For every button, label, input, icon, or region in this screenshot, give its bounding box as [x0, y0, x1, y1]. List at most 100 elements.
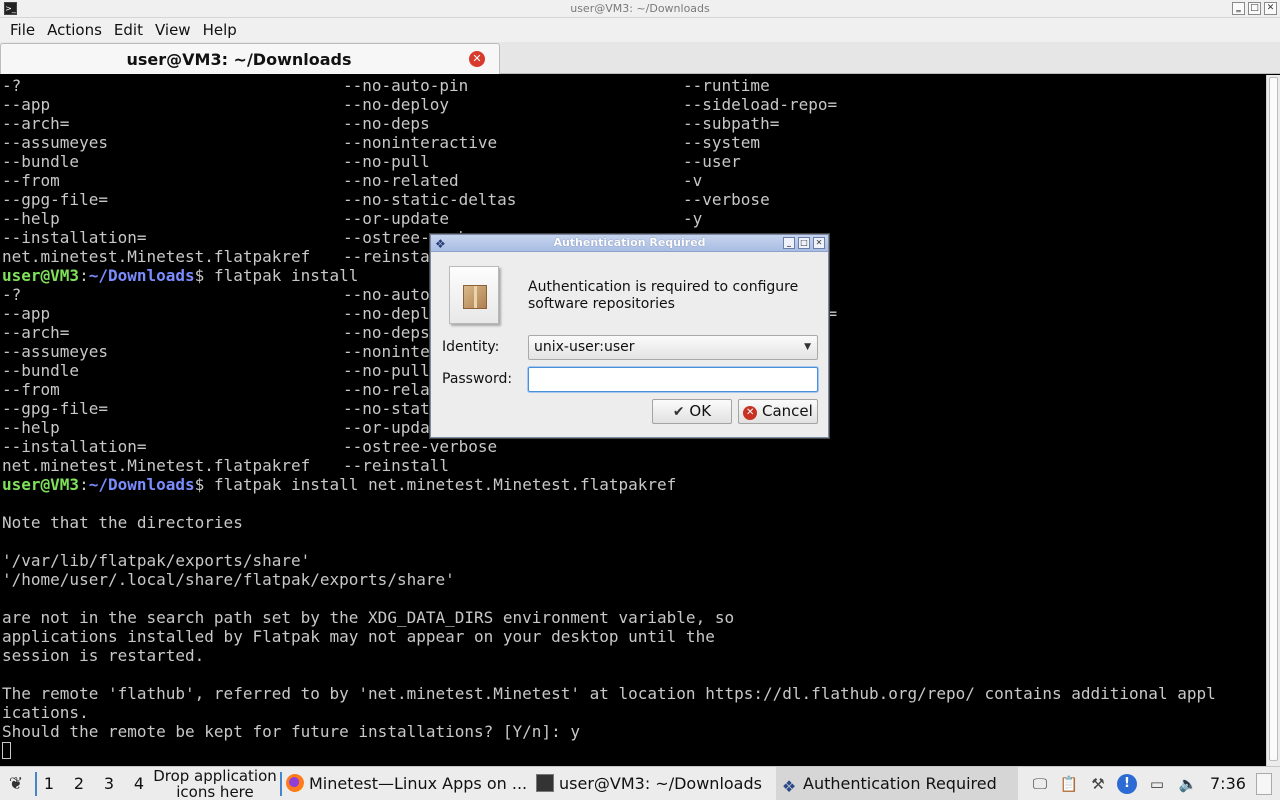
completion-option: --app [2, 304, 51, 323]
maximize-button[interactable]: □ [1248, 2, 1261, 15]
minimize-button[interactable]: ‗ [1232, 2, 1245, 15]
menu-edit[interactable]: Edit [108, 18, 149, 42]
scrollbar-thumb[interactable] [1269, 77, 1278, 761]
completion-option: --from [2, 171, 60, 190]
show-desktop-button[interactable] [1256, 773, 1272, 795]
task-firefox[interactable]: Minetest—Linux Apps on ... [286, 767, 526, 800]
dialog-message: Authentication is required to configure … [528, 279, 799, 312]
prompt-directory: ~/Downloads [88, 266, 195, 285]
notes-icon[interactable]: ▭ [1147, 774, 1167, 794]
completion-row: --gpg-file= --no-static-deltas --verbose [2, 190, 1266, 209]
completion-row: --from --no-related -v [2, 171, 1266, 190]
terminal-icon [536, 774, 554, 792]
dialog-minimize-button[interactable]: _ [783, 237, 795, 249]
close-window-button[interactable]: ✕ [1264, 2, 1277, 15]
completion-option: --app [2, 95, 51, 114]
completion-option: --no-related [343, 171, 459, 190]
completion-row: --help --or-update -y [2, 209, 1266, 228]
window-title: user@VM3: ~/Downloads [570, 2, 710, 15]
completion-row: net.minetest.Minetest.flatpakref --reinst… [2, 456, 1266, 475]
completion-option: --reinstall [343, 456, 449, 475]
completion-row: --bundle --no-pull --user [2, 152, 1266, 171]
completion-option: --sideload-repo= [683, 95, 838, 114]
completion-option: --no-auto-pin [343, 76, 469, 95]
network-tools-icon[interactable]: ⚒ [1088, 774, 1108, 794]
clipboard-icon[interactable]: 📋 [1059, 774, 1079, 794]
application-menu-icon[interactable]: ❦ [5, 773, 27, 795]
completion-option: --installation= [2, 437, 147, 456]
task-authentication[interactable]: ❖ Authentication Required [776, 767, 1018, 800]
workspace-1[interactable]: 1 [34, 767, 64, 800]
monitor-icon[interactable]: 🖵 [1030, 774, 1050, 794]
identity-select[interactable]: unix-user:user ▼ [528, 335, 818, 360]
password-input[interactable] [528, 367, 818, 392]
dialog-close-button[interactable]: ✕ [813, 237, 825, 249]
taskbar-separator [280, 772, 282, 796]
completion-option: -? [2, 285, 22, 304]
completion-option: --gpg-file= [2, 190, 108, 209]
completion-option: --or-update [343, 209, 449, 228]
prompt-directory: ~/Downloads [88, 475, 195, 494]
completion-row: --assumeyes --noninteractive --system [2, 133, 1266, 152]
prompt-separator: : [79, 266, 89, 285]
output-line: session is restarted. [2, 646, 205, 665]
cancel-button[interactable]: ✕ Cancel [738, 399, 818, 424]
launcher-drop-area: Drop application icons here [153, 767, 277, 800]
auth-icon: ❖ [781, 777, 797, 796]
completion-option: --bundle [2, 361, 80, 380]
window-titlebar: >_ user@VM3: ~/Downloads ‗ □ ✕ [0, 0, 1280, 18]
info-icon[interactable]: ! [1117, 774, 1137, 794]
completion-option: --bundle [2, 152, 80, 171]
text-cursor [2, 742, 11, 759]
volume-icon[interactable]: 🔈 [1178, 774, 1198, 794]
completion-option: -y [683, 209, 703, 228]
output-line: Should the remote be kept for future ins… [2, 722, 580, 741]
menu-actions[interactable]: Actions [41, 18, 108, 42]
completion-option: --ostree-verbose [343, 437, 498, 456]
completion-option: -? [2, 76, 22, 95]
check-icon: ✔ [672, 404, 685, 420]
completion-option: --help [2, 418, 60, 437]
prompt-user: user@VM3 [2, 266, 80, 285]
completion-option: --user [683, 152, 741, 171]
cancel-icon: ✕ [743, 406, 758, 420]
package-icon [449, 266, 499, 324]
menu-help[interactable]: Help [197, 18, 243, 42]
close-icon[interactable]: ✕ [469, 51, 485, 67]
task-label: Minetest—Linux Apps on ... [309, 774, 526, 793]
completion-option: --from [2, 380, 60, 399]
task-terminal[interactable]: user@VM3: ~/Downloads [536, 767, 772, 800]
completion-option: --no-deps [343, 114, 430, 133]
completion-option: --assumeyes [2, 133, 108, 152]
prompt-line: user@VM3:~/Downloads$ flatpak install ne… [2, 475, 1266, 494]
dialog-title: Authentication Required [553, 236, 706, 249]
dialog-maximize-button[interactable]: □ [798, 237, 810, 249]
dialog-titlebar: ❖ Authentication Required _ □ ✕ [431, 235, 828, 252]
workspace-3[interactable]: 3 [94, 767, 124, 800]
completion-option: --gpg-file= [2, 399, 108, 418]
menu-file[interactable]: File [4, 18, 41, 42]
completion-option: --noninteractive [343, 133, 498, 152]
cursor-line [2, 741, 1266, 760]
identity-value: unix-user:user [534, 339, 635, 355]
prompt-separator: : [79, 475, 89, 494]
ok-button[interactable]: ✔ OK [652, 399, 732, 424]
tab-terminal[interactable]: user@VM3: ~/Downloads ✕ [0, 43, 500, 74]
output-line: The remote 'flathub', referred to by 'ne… [2, 684, 1216, 703]
workspace-2[interactable]: 2 [64, 767, 94, 800]
completion-option: --installation= [2, 228, 147, 247]
output-line: are not in the search path set by the XD… [2, 608, 735, 627]
terminal-scrollbar[interactable] [1266, 75, 1280, 766]
menu-view[interactable]: View [149, 18, 197, 42]
menubar: File Actions Edit View Help [0, 18, 1280, 42]
completion-option: --verbose [683, 190, 770, 209]
ok-label: OK [689, 402, 712, 420]
completion-option: --assumeyes [2, 342, 108, 361]
completion-option: --no-deploy [343, 95, 449, 114]
clock[interactable]: 7:36 [1210, 767, 1246, 800]
chevron-down-icon: ▼ [804, 342, 811, 352]
output-line: Note that the directories [2, 513, 243, 532]
completion-option: --runtime [683, 76, 770, 95]
